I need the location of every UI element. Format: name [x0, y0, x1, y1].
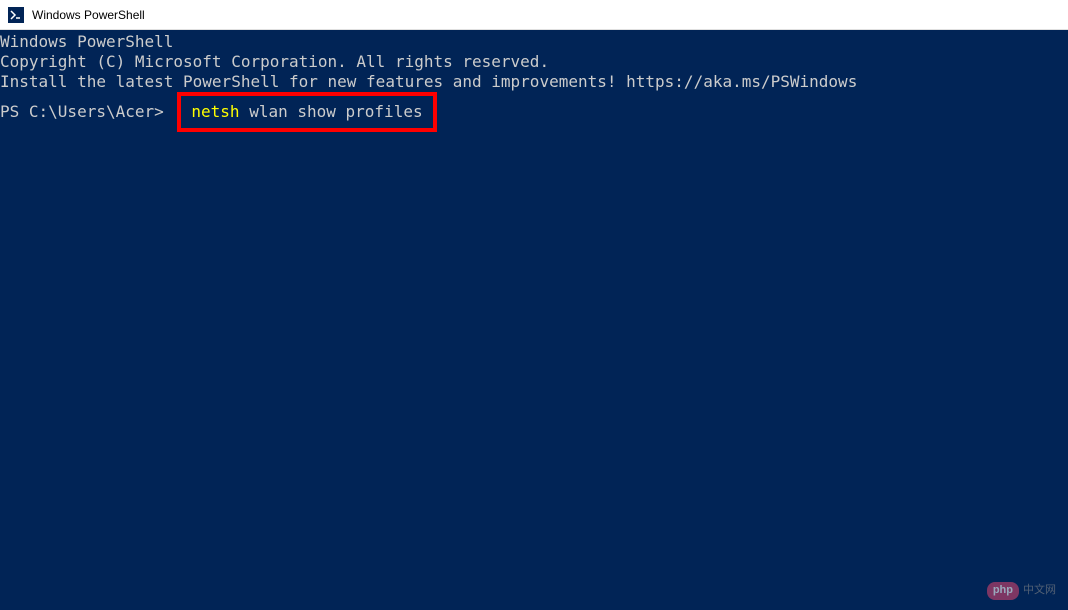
watermark: php 中文网	[987, 582, 1056, 600]
command-keyword: netsh	[191, 102, 239, 121]
terminal-prompt: PS C:\Users\Acer>	[0, 102, 173, 122]
command-highlight-box: netsh wlan show profiles	[177, 92, 436, 132]
watermark-text: 中文网	[1023, 584, 1056, 598]
terminal-output-line: Copyright (C) Microsoft Corporation. All…	[0, 52, 1068, 72]
window-title-bar: Windows PowerShell	[0, 0, 1068, 30]
command-arguments: wlan show profiles	[240, 102, 423, 121]
terminal-area[interactable]: Windows PowerShell Copyright (C) Microso…	[0, 30, 1068, 610]
terminal-output-line: Windows PowerShell	[0, 32, 1068, 52]
terminal-output-line: Install the latest PowerShell for new fe…	[0, 72, 1068, 92]
watermark-badge: php	[987, 582, 1019, 600]
powershell-icon	[8, 7, 24, 23]
window-title: Windows PowerShell	[32, 8, 145, 22]
terminal-prompt-line: PS C:\Users\Acer> netsh wlan show profil…	[0, 92, 1068, 132]
